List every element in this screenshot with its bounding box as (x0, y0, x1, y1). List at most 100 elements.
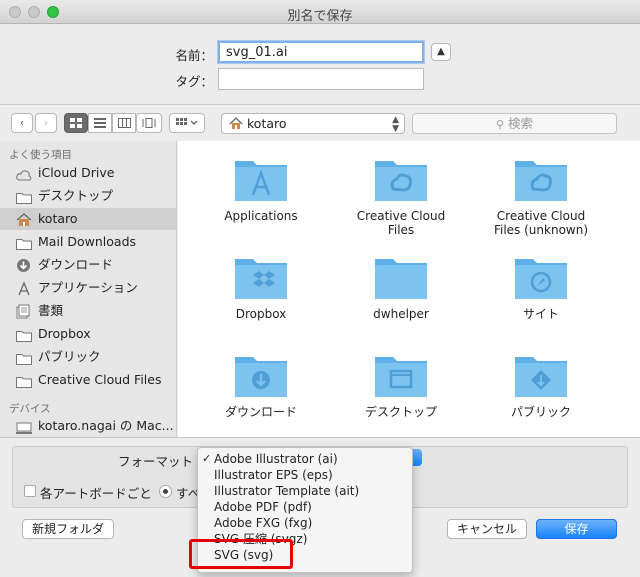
folder-name: Dropbox (235, 307, 287, 321)
folder-name: Creative Cloud Files (unknown) (493, 209, 589, 237)
sidebar-item-label: アプリケーション (38, 280, 138, 295)
forward-button[interactable]: › (35, 113, 57, 133)
sidebar-item-label: Dropbox (38, 326, 91, 341)
list-view-icon (94, 118, 106, 128)
sidebar-item-label: 書類 (38, 303, 64, 318)
format-menu-item-label: Illustrator EPS (eps) (214, 468, 333, 482)
chevron-up-icon: ▲ (437, 46, 445, 57)
sidebar-device-item[interactable]: kotaro.nagai の Mac... (0, 415, 177, 437)
applications-icon (211, 153, 311, 203)
sidebar-item[interactable]: iCloud Drive (0, 162, 177, 184)
folder-item[interactable]: ダウンロード (211, 349, 311, 419)
sidebar-item-label: ダウンロード (38, 257, 114, 272)
format-menu-item[interactable]: ✓ Adobe Illustrator (ai) (198, 451, 412, 467)
new-folder-button[interactable]: 新規フォルダ (22, 519, 114, 539)
format-menu-item-label: Adobe PDF (pdf) (214, 500, 312, 514)
format-menu-item[interactable]: Adobe PDF (pdf) (198, 499, 412, 515)
folder-name: サイト (522, 307, 559, 321)
folder-icon (16, 189, 32, 204)
sidebar-item-label: iCloud Drive (38, 165, 115, 180)
download-icon (16, 258, 32, 272)
format-label: フォーマット (118, 454, 194, 469)
applications-icon (16, 281, 32, 296)
download-icon (211, 349, 311, 399)
filename-input[interactable]: svg_01.ai (218, 41, 424, 63)
save-as-dialog: 別名で保存 名前： svg_01.ai ▲ タグ： ‹ › kotaro ▲▼ (0, 0, 640, 577)
folder-item[interactable]: dwhelper (351, 251, 451, 321)
chevron-right-icon: › (43, 116, 49, 129)
devices-header: デバイス (9, 403, 51, 415)
creative-cloud-icon (351, 153, 451, 203)
sidebar-item-label: kotaro (38, 211, 78, 226)
favorites-header: よく使う項目 (9, 149, 72, 161)
format-menu-item[interactable]: Illustrator Template (ait) (198, 483, 412, 499)
title-bar: 別名で保存 (0, 0, 640, 24)
computer-icon (16, 419, 32, 434)
expand-button[interactable]: ▲ (431, 43, 451, 61)
search-field[interactable]: ⚲ 検索 (412, 113, 617, 134)
sidebar-item[interactable]: Dropbox (0, 323, 177, 345)
sidebar-item[interactable]: kotaro (0, 208, 177, 230)
arrange-button[interactable] (169, 113, 205, 133)
folder-item[interactable]: Creative Cloud Files (unknown) (491, 153, 591, 237)
updown-chevron-icon: ▲ ▼ (392, 115, 399, 134)
sidebar-item-label: デスクトップ (38, 188, 114, 203)
folder-icon (16, 235, 32, 250)
folder-name: デスクトップ (364, 405, 437, 419)
checkmark-icon: ✓ (202, 452, 212, 465)
column-view-button[interactable] (112, 113, 136, 133)
list-view-button[interactable] (88, 113, 112, 133)
coverflow-view-icon (142, 118, 156, 128)
sidebar-item[interactable]: Mail Downloads (0, 231, 177, 253)
format-menu-item-label: Illustrator Template (ait) (214, 484, 360, 498)
sidebar-item[interactable]: アプリケーション (0, 277, 177, 299)
folder-item[interactable]: Dropbox (211, 251, 311, 321)
creative-cloud-icon (491, 153, 591, 203)
home-icon (16, 212, 32, 226)
artboard-checkbox[interactable] (24, 485, 36, 497)
cancel-button[interactable]: キャンセル (447, 519, 527, 539)
format-menu-item[interactable]: Illustrator EPS (eps) (198, 467, 412, 483)
document-icon (16, 304, 32, 319)
public-icon (491, 349, 591, 399)
folder-name: ダウンロード (224, 405, 297, 419)
sidebar-item-label: kotaro.nagai の Mac... (38, 418, 174, 433)
magnifier-icon: ⚲ (495, 118, 505, 131)
back-button[interactable]: ‹ (11, 113, 33, 133)
icon-view-icon (70, 118, 82, 128)
folder-item[interactable]: サイト (491, 251, 591, 321)
format-menu-item-label: Adobe FXG (fxg) (214, 516, 313, 530)
sidebar-item[interactable]: デスクトップ (0, 185, 177, 207)
folder-item[interactable]: Applications (211, 153, 311, 223)
folder-icon (16, 327, 32, 342)
range-all-radio[interactable] (159, 485, 172, 498)
cloud-icon (16, 166, 32, 181)
sidebar-item[interactable]: ダウンロード (0, 254, 177, 276)
chevron-left-icon: ‹ (19, 116, 25, 129)
folder-name: dwhelper (373, 307, 429, 321)
folder-name: Applications (224, 209, 298, 223)
home-icon (229, 117, 243, 129)
folder-icon (16, 373, 32, 388)
sidebar-item[interactable]: パブリック (0, 346, 177, 368)
compass-icon (491, 251, 591, 301)
location-popup[interactable]: kotaro ▲ ▼ (221, 113, 405, 134)
folder-icon (351, 251, 451, 301)
save-button[interactable]: 保存 (536, 519, 617, 539)
format-menu-item[interactable]: Adobe FXG (fxg) (198, 515, 412, 531)
sidebar-item[interactable]: 書類 (0, 300, 177, 322)
folder-item[interactable]: デスクトップ (351, 349, 451, 419)
column-view-icon (117, 118, 131, 128)
folder-item[interactable]: Creative Cloud Files (351, 153, 451, 237)
tags-label: タグ： (175, 74, 213, 89)
tags-input[interactable] (218, 68, 424, 90)
folder-item[interactable]: パブリック (491, 349, 591, 419)
sidebar-item-label: Mail Downloads (38, 234, 137, 249)
desktop-icon (351, 349, 451, 399)
coverflow-view-button[interactable] (136, 113, 162, 133)
sidebar-item[interactable]: Creative Cloud Files (0, 369, 177, 391)
file-browser: Applications Creative Cloud Files Creative… (178, 141, 640, 437)
icon-view-button[interactable] (64, 113, 88, 133)
sidebar-item-label: Creative Cloud Files (38, 372, 162, 387)
format-menu-item-label: Adobe Illustrator (ai) (214, 452, 338, 466)
